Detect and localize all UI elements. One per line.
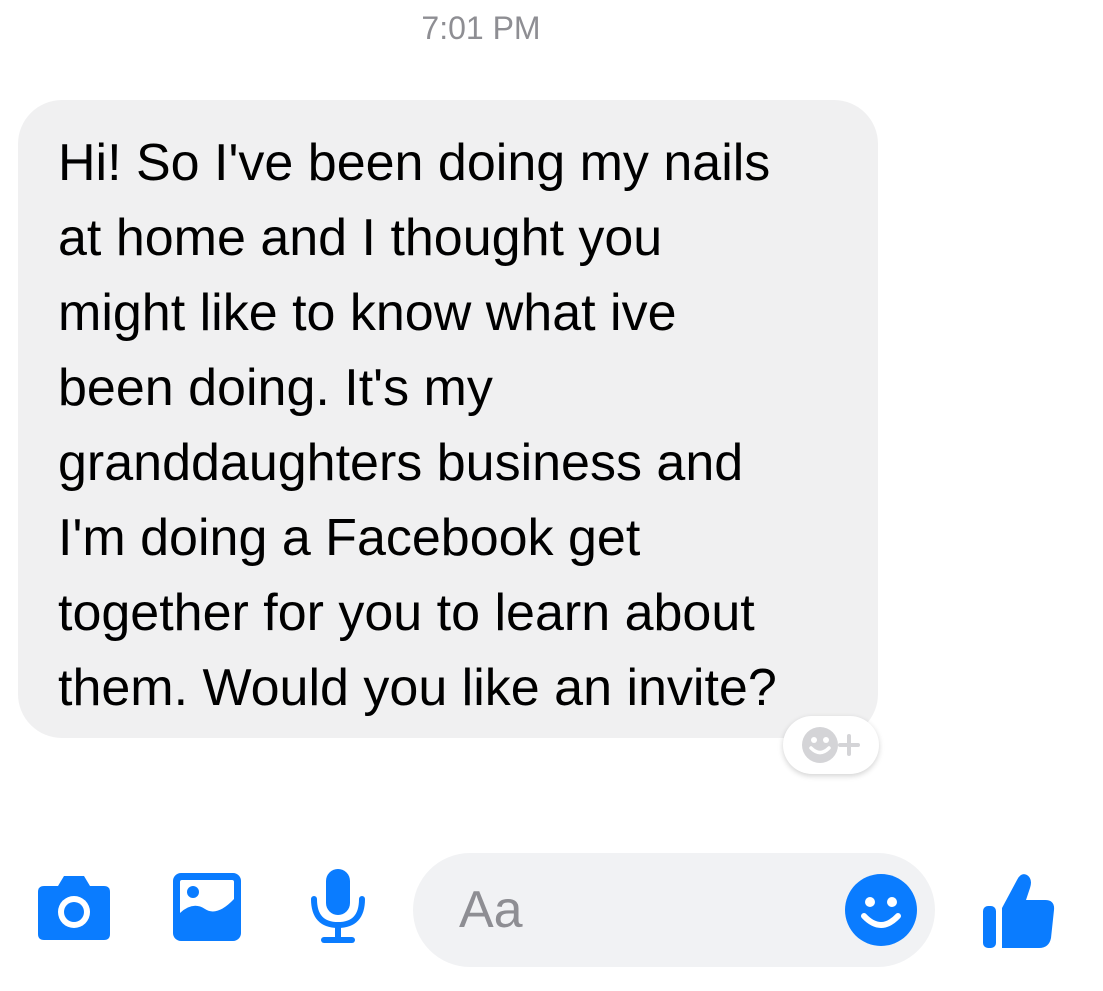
message-input[interactable]: [459, 853, 819, 967]
message-line: them. Would you like an invite?: [58, 659, 777, 717]
message-line: together for you to learn about: [58, 584, 755, 642]
message-composer[interactable]: [413, 853, 935, 967]
emoji-icon[interactable]: [845, 874, 917, 946]
add-reaction-button[interactable]: [783, 716, 879, 774]
message-timestamp: 7:01 PM: [421, 10, 541, 46]
photo-gallery-icon[interactable]: [173, 873, 241, 941]
message-bubble[interactable]: Hi! So I've been doing my nails at home …: [18, 100, 878, 738]
message-line: been doing. It's my: [58, 359, 493, 417]
add-reaction-icon: [802, 727, 860, 763]
microphone-icon[interactable]: [306, 867, 370, 945]
camera-icon[interactable]: [36, 872, 112, 942]
message-line: might like to know what ive: [58, 284, 677, 342]
thumbs-up-icon[interactable]: [981, 870, 1057, 950]
message-line: I'm doing a Facebook get: [58, 509, 641, 567]
message-line: at home and I thought you: [58, 209, 663, 267]
message-line: Hi! So I've been doing my nails: [58, 134, 771, 192]
message-line: granddaughters business and: [58, 434, 744, 492]
